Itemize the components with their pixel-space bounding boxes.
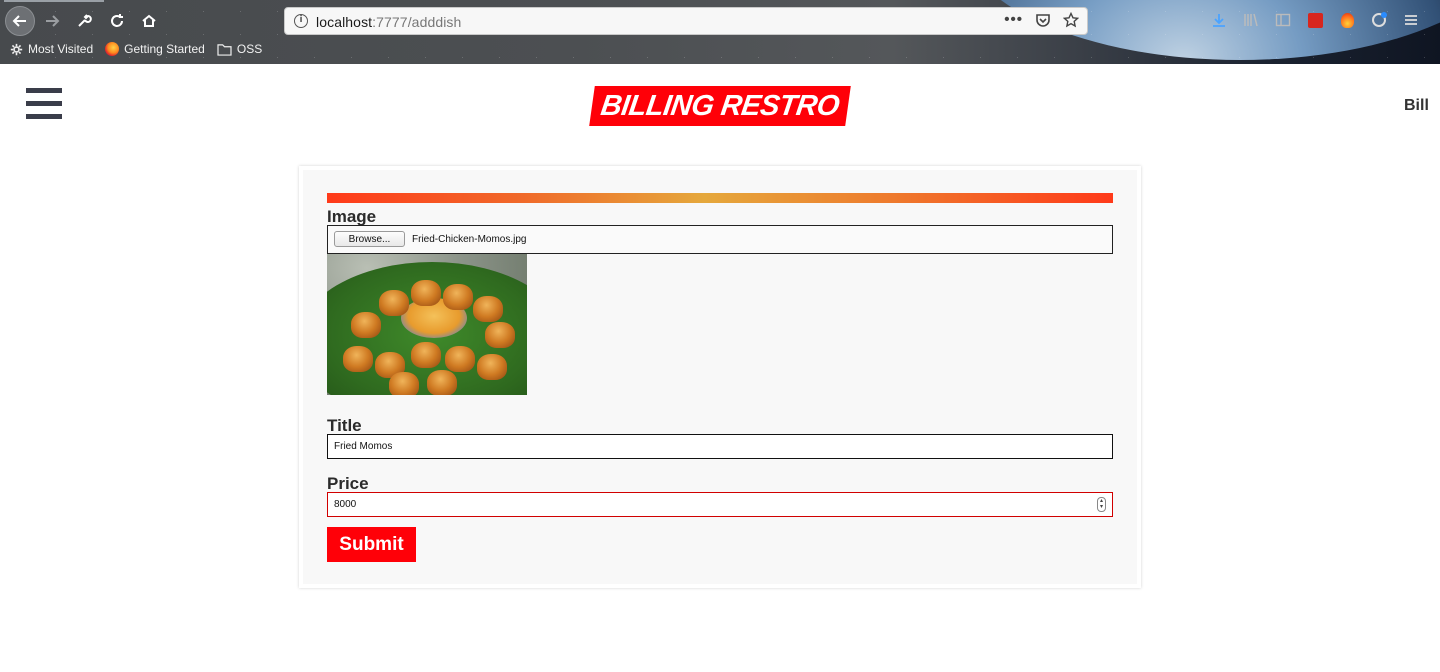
more-icon[interactable]: ••• [1004, 11, 1023, 28]
wrench-icon [78, 14, 92, 27]
dish-image-preview [327, 254, 527, 395]
image-file-input[interactable]: Browse... Fried-Chicken-Momos.jpg [327, 225, 1113, 254]
number-spinner-icon[interactable]: ▴ ▾ [1097, 497, 1106, 512]
customize-button[interactable] [70, 7, 98, 35]
gear-icon [10, 43, 23, 55]
bookmark-most-visited[interactable]: Most Visited [10, 42, 93, 56]
bookmark-oss[interactable]: OSS [217, 42, 262, 56]
star-icon[interactable] [1063, 11, 1079, 28]
url-bar[interactable]: i localhost:7777/adddish ••• [284, 7, 1088, 35]
reload-button[interactable] [103, 7, 131, 35]
selected-file-name: Fried-Chicken-Momos.jpg [412, 234, 527, 245]
browser-toolbar: i localhost:7777/adddish ••• Most Visite… [0, 0, 1440, 64]
extension-red-icon[interactable] [1306, 11, 1324, 29]
extension-circle-icon[interactable] [1370, 11, 1388, 29]
sidebar-icon[interactable] [1274, 11, 1292, 29]
nav-link-bill[interactable]: Bill [1404, 97, 1429, 115]
browse-button[interactable]: Browse... [334, 231, 405, 247]
library-icon[interactable] [1242, 11, 1260, 29]
pocket-icon[interactable] [1035, 12, 1051, 28]
arrow-left-icon [12, 15, 26, 27]
price-label: Price [327, 474, 369, 493]
submit-button[interactable]: Submit [327, 527, 416, 562]
brand-logo[interactable]: BILLING RESTRO [589, 86, 851, 126]
folder-icon [217, 43, 232, 56]
url-text[interactable]: localhost:7777/adddish [316, 14, 461, 30]
title-label: Title [327, 416, 362, 435]
bookmark-getting-started[interactable]: Getting Started [105, 42, 205, 56]
firefox-icon [105, 42, 120, 56]
image-label: Image [327, 207, 377, 226]
reload-icon [111, 14, 123, 27]
forward-button[interactable] [38, 7, 66, 35]
logo-text: BILLING RESTRO [598, 89, 842, 122]
hamburger-icon [26, 88, 62, 93]
add-dish-form: Image Browse... Fried-Chicken-Momos.jpg … [299, 166, 1141, 588]
form-accent-bar [327, 193, 1113, 203]
extension-flame-icon[interactable] [1338, 11, 1356, 29]
download-icon[interactable] [1210, 11, 1228, 29]
menu-icon[interactable] [1402, 11, 1420, 29]
home-button[interactable] [135, 7, 163, 35]
info-icon[interactable]: i [294, 14, 308, 28]
price-input[interactable]: 8000 ▴ ▾ [327, 492, 1113, 517]
arrow-right-icon [46, 15, 60, 27]
hamburger-menu-button[interactable] [26, 88, 62, 120]
home-icon [142, 14, 156, 27]
price-value: 8000 [334, 499, 357, 510]
back-button[interactable] [5, 6, 35, 36]
title-input[interactable]: Fried Momos [327, 434, 1113, 459]
